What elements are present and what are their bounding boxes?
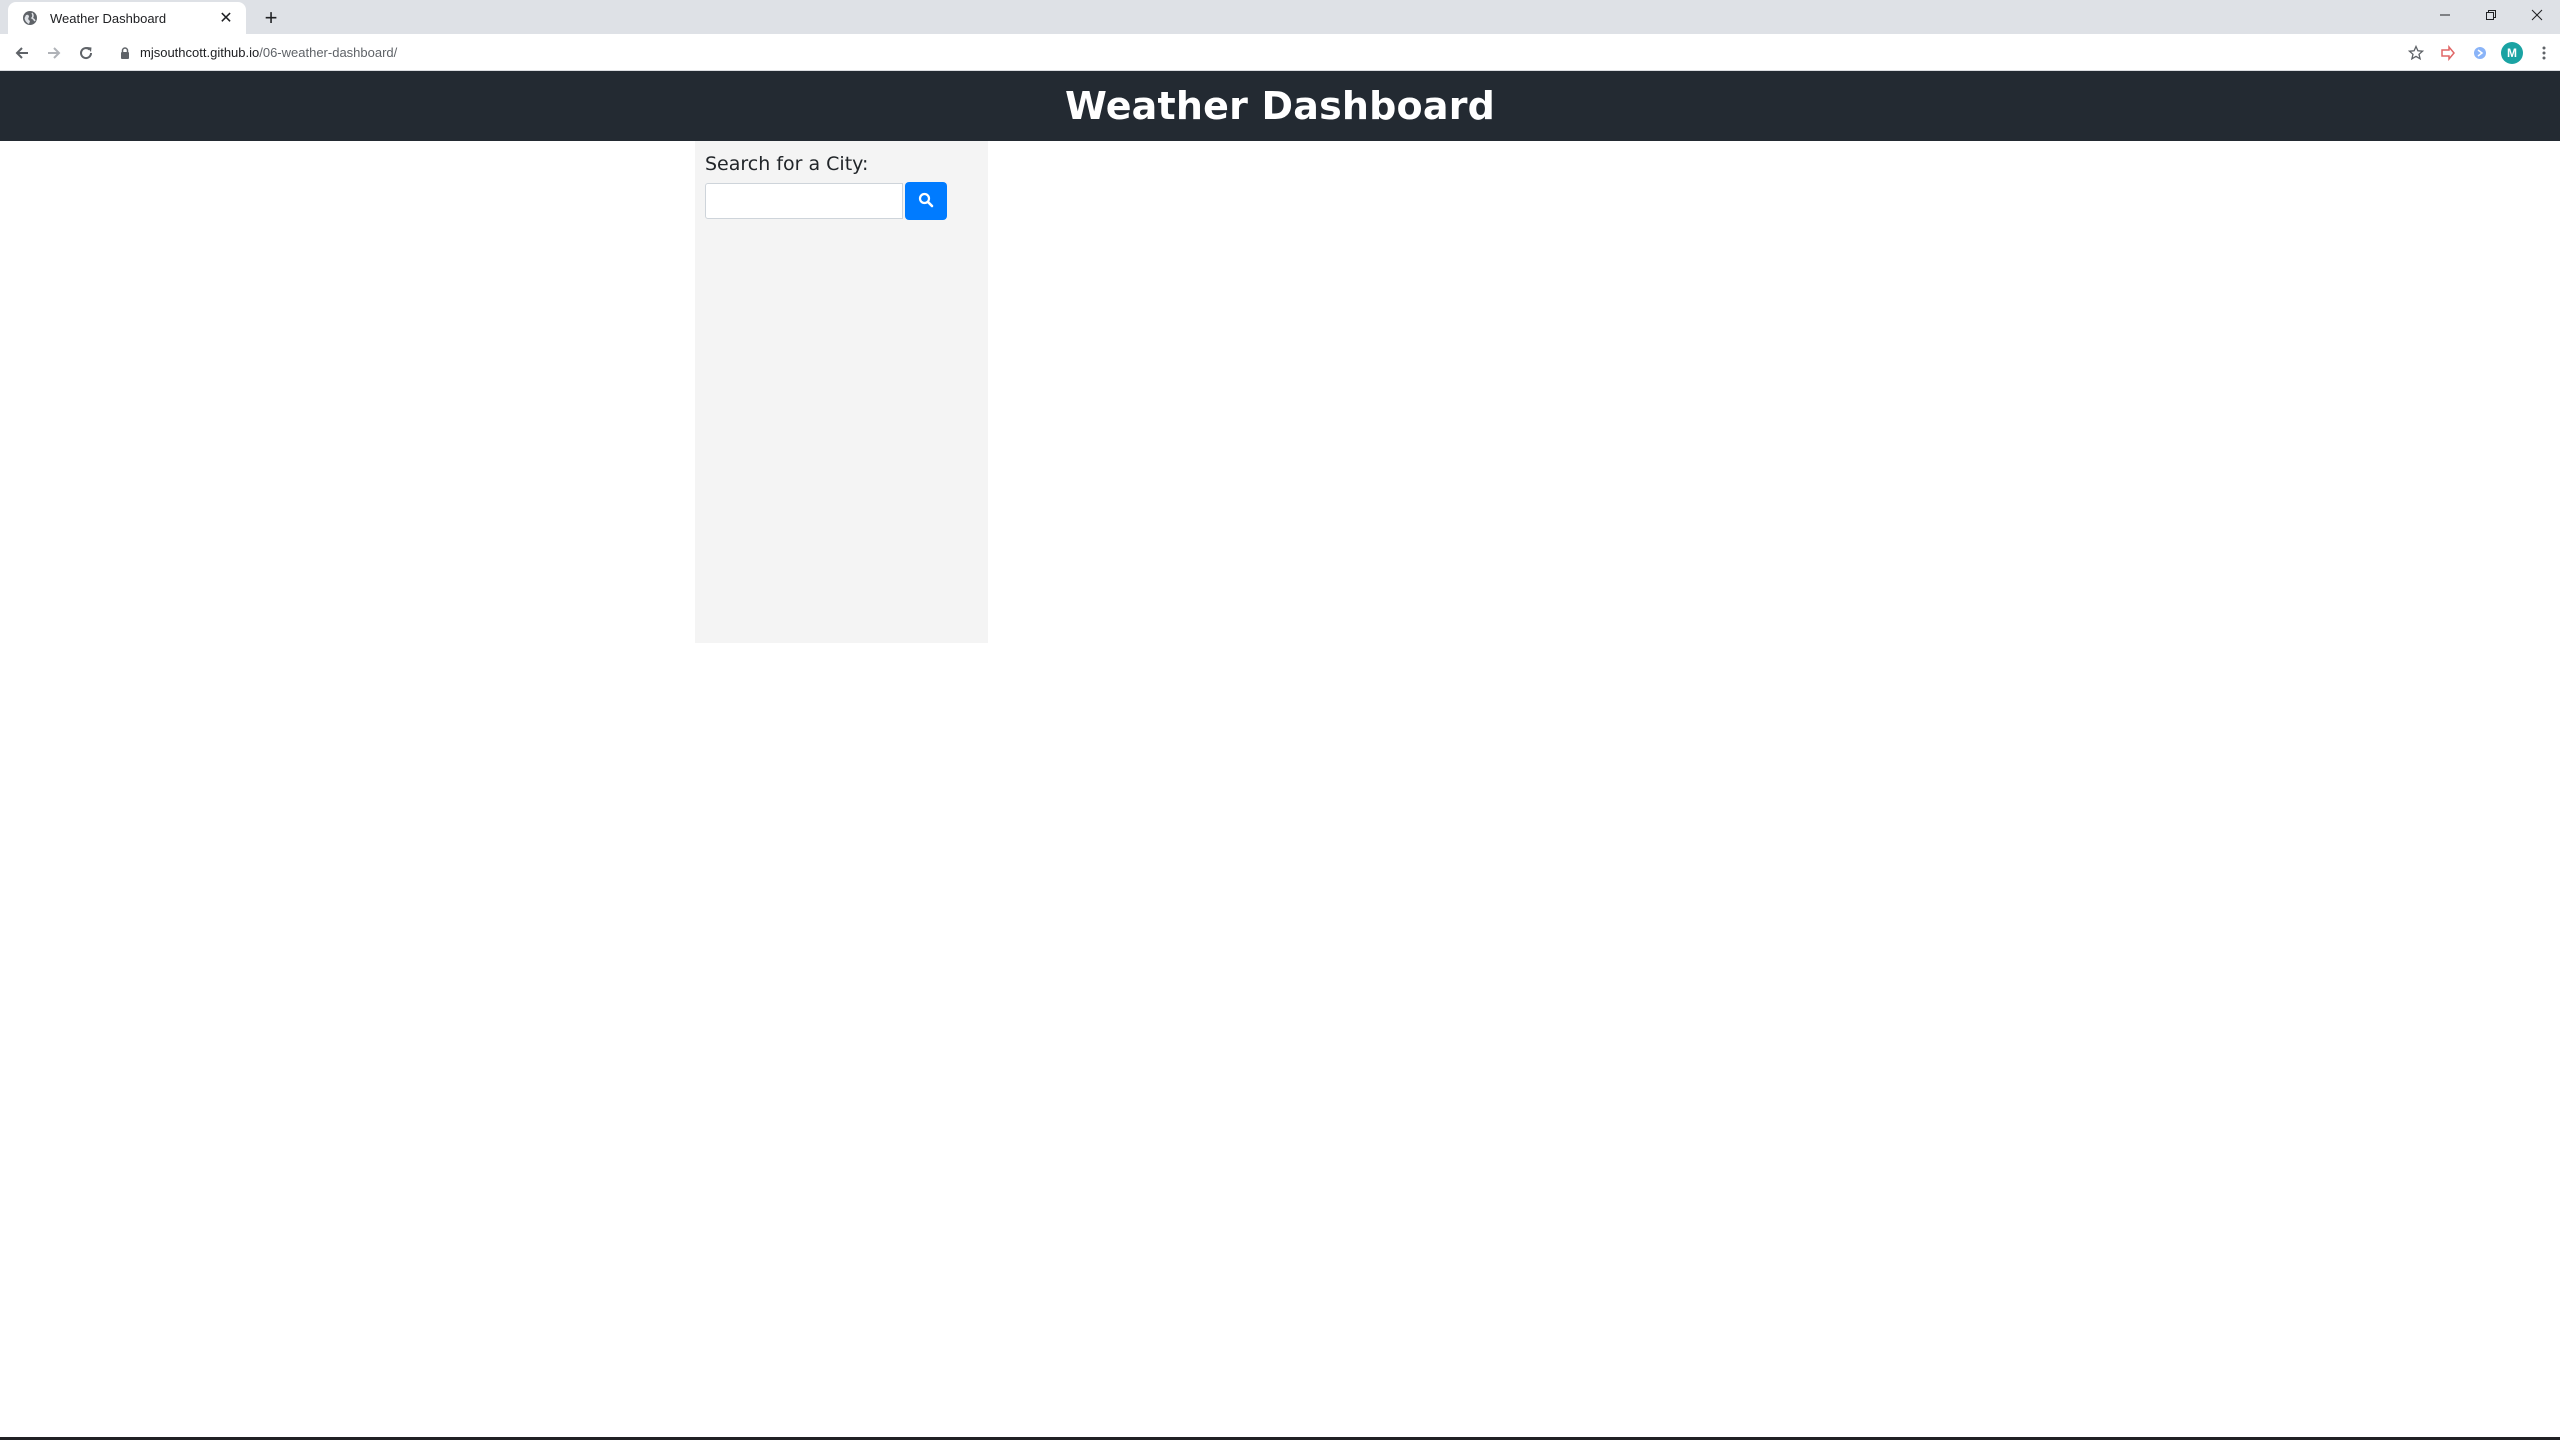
browser-toolbar: mjsouthcott.github.io/06-weather-dashboa…: [0, 34, 2560, 71]
city-search-panel: Search for a City:: [695, 141, 988, 643]
globe-icon: [20, 8, 40, 28]
toolbar-right-tools: M: [2400, 38, 2560, 67]
browser-tab[interactable]: Weather Dashboard ✕: [8, 2, 246, 34]
page-title: Weather Dashboard: [1064, 84, 1496, 128]
address-bar[interactable]: mjsouthcott.github.io/06-weather-dashboa…: [110, 38, 2380, 67]
tab-close-icon[interactable]: ✕: [216, 8, 236, 28]
minimize-icon[interactable]: [2422, 0, 2468, 30]
avatar: M: [2501, 41, 2523, 64]
window-close-icon[interactable]: [2514, 0, 2560, 30]
city-search-input[interactable]: [705, 183, 903, 219]
url-path: /06-weather-dashboard/: [259, 45, 398, 60]
menu-dots-icon[interactable]: [2528, 38, 2560, 67]
extension-puzzle-icon[interactable]: [2464, 38, 2496, 67]
page-header: Weather Dashboard: [0, 71, 2560, 141]
back-arrow-icon[interactable]: [8, 39, 36, 67]
forward-arrow-icon[interactable]: [40, 39, 68, 67]
url-host: mjsouthcott.github.io: [140, 45, 260, 60]
extension-arrow-icon[interactable]: [2432, 38, 2464, 67]
lock-icon: [120, 46, 130, 59]
bookmark-star-icon[interactable]: [2400, 38, 2432, 67]
search-icon: [918, 192, 934, 211]
search-button[interactable]: [905, 182, 947, 220]
window-controls: [2422, 0, 2560, 30]
tab-title: Weather Dashboard: [50, 10, 167, 26]
browser-tab-strip: Weather Dashboard ✕ +: [0, 0, 2560, 34]
profile-avatar[interactable]: M: [2496, 38, 2528, 67]
new-tab-plus-icon[interactable]: +: [258, 5, 284, 31]
reload-icon[interactable]: [72, 39, 100, 67]
search-label: Search for a City:: [705, 153, 869, 175]
restore-icon[interactable]: [2468, 0, 2514, 30]
